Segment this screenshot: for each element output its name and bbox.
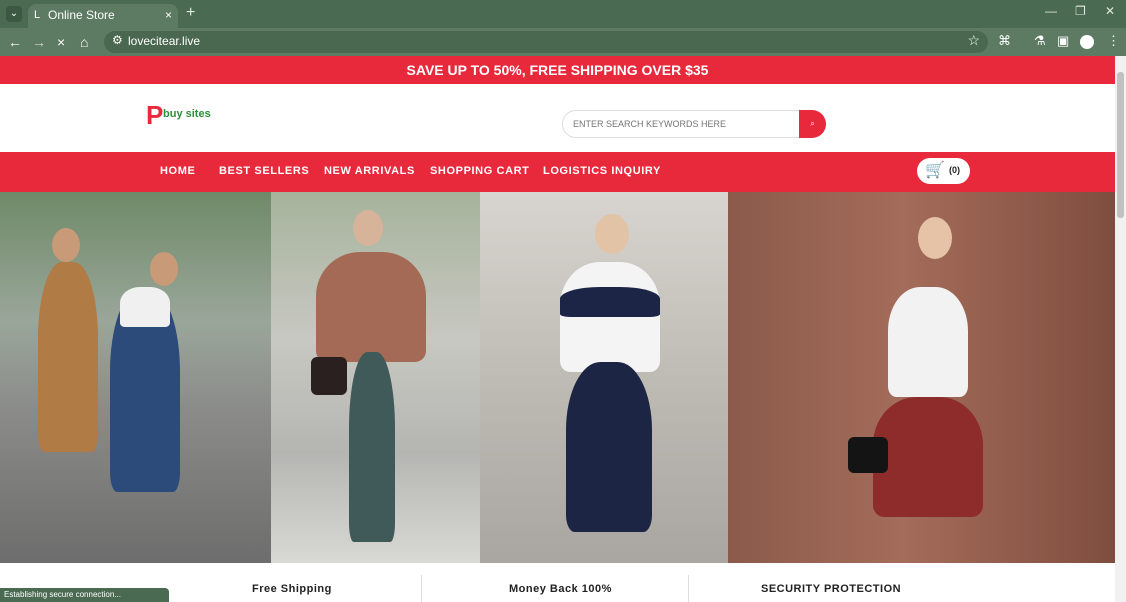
- search-box: [562, 110, 800, 138]
- address-bar[interactable]: ⚙ lovecitear.live ☆: [104, 31, 988, 53]
- tab-title: Online Store: [48, 8, 115, 22]
- hero-photo-4[interactable]: [728, 192, 1115, 563]
- labs-icon[interactable]: ⚗: [1034, 33, 1046, 49]
- back-icon[interactable]: ←: [8, 33, 22, 51]
- extensions-icon[interactable]: ⌘: [998, 33, 1011, 49]
- hero-photo-2[interactable]: [271, 192, 480, 563]
- nav-new-arrivals[interactable]: NEW ARRIVALS: [324, 165, 415, 177]
- logo-text[interactable]: buy sites: [163, 108, 211, 120]
- tab-search-dropdown-icon[interactable]: ⌄: [6, 6, 22, 22]
- scrollbar-thumb[interactable]: [1117, 72, 1124, 218]
- feature-money-back: Money Back 100%: [509, 583, 612, 595]
- forward-icon[interactable]: →: [32, 33, 46, 51]
- tab-close-icon[interactable]: ×: [165, 4, 172, 26]
- nav-logistics-inquiry[interactable]: LOGISTICS INQUIRY: [543, 165, 661, 177]
- browser-menu-icon[interactable]: ⋮: [1107, 33, 1120, 49]
- cart-count: (0): [949, 165, 960, 175]
- feature-divider: [421, 575, 422, 602]
- bookmark-star-icon[interactable]: ☆: [967, 32, 980, 49]
- profile-avatar-icon[interactable]: [1080, 35, 1094, 49]
- hero-photo-3[interactable]: [480, 192, 728, 563]
- nav-shopping-cart[interactable]: SHOPPING CART: [430, 165, 529, 177]
- browser-tab-strip: ⌄ L Online Store × + — ❐ ✕: [0, 0, 1126, 28]
- logo-mark-icon[interactable]: P: [146, 100, 163, 131]
- search-input[interactable]: [563, 111, 799, 137]
- nav-best-sellers[interactable]: BEST SELLERS: [219, 165, 309, 177]
- site-header: P buy sites ⌕: [0, 84, 1115, 152]
- main-nav: HOME BEST SELLERS NEW ARRIVALS SHOPPING …: [0, 152, 1115, 192]
- hero-photo-1[interactable]: [0, 192, 271, 563]
- nav-home[interactable]: HOME: [160, 165, 195, 177]
- minimize-icon[interactable]: —: [1045, 4, 1057, 18]
- home-icon[interactable]: ⌂: [80, 33, 88, 51]
- new-tab-button[interactable]: +: [186, 4, 195, 22]
- cart-button[interactable]: 🛒 (0): [917, 158, 970, 184]
- side-panel-icon[interactable]: ▣: [1057, 33, 1069, 49]
- feature-security: SECURITY PROTECTION: [761, 583, 902, 595]
- browser-toolbar: ← → × ⌂ ⚙ lovecitear.live ☆ ⌘ ⚗ ▣ ⋮: [0, 28, 1126, 56]
- cart-icon: 🛒: [925, 162, 945, 179]
- close-window-icon[interactable]: ✕: [1105, 4, 1115, 18]
- tab-favicon-icon: L: [34, 9, 41, 21]
- search-button[interactable]: ⌕: [799, 110, 826, 138]
- promo-banner: SAVE UP TO 50%, FREE SHIPPING OVER $35: [0, 56, 1115, 84]
- url-text[interactable]: lovecitear.live: [128, 34, 200, 48]
- browser-status-bubble: Establishing secure connection...: [0, 588, 169, 602]
- stop-loading-icon[interactable]: ×: [57, 33, 65, 51]
- site-info-icon[interactable]: ⚙: [112, 33, 123, 47]
- restore-icon[interactable]: ❐: [1075, 4, 1086, 18]
- browser-tab-online-store[interactable]: L Online Store ×: [28, 4, 178, 28]
- feature-free-shipping: Free Shipping: [252, 583, 332, 595]
- feature-divider: [688, 575, 689, 602]
